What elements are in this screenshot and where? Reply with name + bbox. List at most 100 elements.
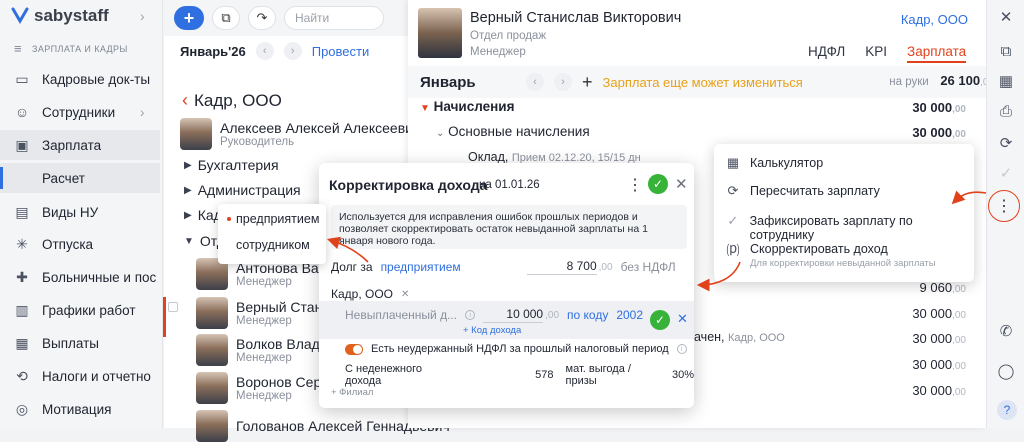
- sidebar-item-schedules[interactable]: ▥ Графики работ: [0, 295, 160, 325]
- sidebar-item-label: Выплаты: [42, 335, 99, 351]
- chat-icon[interactable]: ◯: [997, 362, 1015, 380]
- print-icon[interactable]: ⎙: [997, 102, 1015, 120]
- context-menu: ▦ Калькулятор ⟳ Пересчитать зарплату ✓ З…: [714, 144, 974, 282]
- confirm-button[interactable]: ✓: [648, 174, 668, 194]
- tab-salary[interactable]: Зарплата: [907, 44, 967, 63]
- help-icon[interactable]: ?: [997, 400, 1017, 420]
- sidebar-item-sick-leave[interactable]: ✚ Больничные и пос: [0, 262, 160, 292]
- value-decimals: ,00: [952, 104, 966, 115]
- accrual-row-text[interactable]: ачен, Кадр, ООО: [694, 330, 785, 344]
- main-accruals-row[interactable]: ⌄ Основные начисления: [436, 124, 590, 139]
- sidebar-item-employees[interactable]: ☺ Сотрудники ›: [0, 97, 160, 127]
- phone-icon[interactable]: ✆: [997, 322, 1015, 340]
- by-code-select[interactable]: по коду: [567, 308, 608, 322]
- menu-item-fix-salary[interactable]: ✓ Зафиксировать зарплату по сотруднику: [726, 213, 974, 242]
- oklad-row[interactable]: Оклад, Прием 02.12.20, 15/15 дн: [468, 150, 641, 164]
- more-icon[interactable]: ⋮: [627, 175, 643, 195]
- confirm-row-button[interactable]: ✓: [650, 310, 670, 330]
- back-icon[interactable]: ‹: [182, 90, 188, 111]
- employee-org-link[interactable]: Кадр, ООО: [901, 12, 968, 27]
- add-income-code-button[interactable]: + Код дохода: [463, 325, 521, 336]
- ndfl-toggle[interactable]: [345, 343, 363, 355]
- dialog-note: Используется для исправления ошибок прош…: [331, 205, 687, 249]
- sidebar-item-tax-types[interactable]: ▤ Виды НУ: [0, 197, 160, 227]
- copy-icon[interactable]: ⧉: [997, 42, 1015, 60]
- info-icon[interactable]: i: [676, 344, 687, 354]
- list-head-person[interactable]: Алексеев Алексей Алексеевич Руководитель: [180, 118, 420, 150]
- unpaid-amount-input[interactable]: [483, 307, 544, 323]
- chevron-right-icon[interactable]: ›: [140, 8, 145, 24]
- close-icon[interactable]: ✕: [675, 175, 688, 193]
- app-logo[interactable]: sabystaff: [10, 6, 109, 26]
- remove-icon[interactable]: ✕: [401, 289, 409, 300]
- collapse-icon[interactable]: ⌄: [436, 128, 444, 139]
- chart-icon: ▥: [15, 301, 29, 318]
- value-decimals: ,00: [952, 310, 966, 321]
- org-title[interactable]: ‹ Кадр, ООО: [182, 90, 282, 111]
- prev-period-icon[interactable]: ‹: [255, 42, 274, 60]
- dropdown-option[interactable]: предприятием: [236, 212, 319, 226]
- menu-item-calculator[interactable]: ▦ Калькулятор: [726, 155, 823, 170]
- debt-label: Долг за: [331, 260, 373, 274]
- close-icon[interactable]: ✕: [997, 8, 1015, 26]
- ndfl-toggle-row[interactable]: Есть неудержанный НДФЛ за прошлый налого…: [345, 343, 687, 355]
- menu-icon[interactable]: ≡: [14, 41, 22, 56]
- tab-kpi[interactable]: KPI: [865, 44, 887, 63]
- prev-month-icon[interactable]: ‹: [526, 73, 544, 91]
- sidebar-item-vacations[interactable]: ✳ Отпуска: [0, 229, 160, 259]
- sidebar-item-label: Отпуска: [42, 236, 94, 252]
- dept-item[interactable]: ▶ Бухгалтерия: [184, 157, 279, 173]
- row-value: 30 000,00: [912, 383, 966, 398]
- next-period-icon[interactable]: ›: [283, 42, 302, 60]
- value-text: 30 000: [912, 306, 953, 321]
- period-label[interactable]: Январь'26: [180, 44, 246, 59]
- collapse-icon[interactable]: ▼: [184, 236, 194, 247]
- value-decimals: ,00: [952, 387, 966, 398]
- row-checkbox[interactable]: [168, 302, 178, 312]
- search-input[interactable]: Найти: [284, 6, 384, 30]
- tab-ndfl[interactable]: НДФЛ: [808, 44, 845, 63]
- expand-icon[interactable]: ▶: [184, 185, 192, 196]
- copy-icon[interactable]: ⧉: [212, 6, 240, 30]
- add-button[interactable]: +: [174, 6, 204, 30]
- dialog-date[interactable]: на 01.01.26: [479, 179, 540, 191]
- share-icon[interactable]: ↷: [248, 6, 276, 30]
- debt-owner-select[interactable]: предприятием: [381, 260, 461, 274]
- sidebar-item-payments[interactable]: ▦ Выплаты: [0, 328, 160, 358]
- dept-item[interactable]: ▶ Администрация: [184, 182, 301, 198]
- info-icon[interactable]: i: [465, 310, 476, 320]
- post-button[interactable]: Провести: [312, 44, 370, 59]
- debt-amount-input[interactable]: [526, 259, 597, 275]
- check-icon[interactable]: ✓: [997, 164, 1015, 182]
- expand-icon[interactable]: ▶: [184, 160, 192, 171]
- sidebar-item-motivation[interactable]: ◎ Мотивация: [0, 394, 160, 424]
- income-code[interactable]: 2002: [616, 308, 643, 322]
- value-decimals: ,00: [952, 284, 966, 295]
- menu-item-correct-income[interactable]: ⒫ Скорректировать доход Для корректировк…: [726, 242, 935, 269]
- next-month-icon[interactable]: ›: [554, 73, 572, 91]
- calculator-icon: ▦: [726, 155, 740, 170]
- menu-item-label: Зафиксировать зарплату по сотруднику: [749, 214, 913, 242]
- medal-icon: ◎: [15, 400, 29, 417]
- accruals-row[interactable]: ▼ Начисления: [420, 99, 514, 114]
- sidebar-item-hr-docs[interactable]: ▭ Кадровые док-ты: [0, 64, 160, 94]
- nonmonetary-income-row: С неденежного дохода 578 мат. выгода / п…: [345, 363, 694, 387]
- expand-icon[interactable]: ▶: [184, 210, 192, 221]
- add-branch-button[interactable]: + Филиал: [331, 387, 373, 398]
- dialog-org: Кадр, ООО: [331, 287, 394, 301]
- calculator-icon[interactable]: ▦: [997, 72, 1015, 90]
- main-accruals-label: Основные начисления: [448, 124, 590, 139]
- more-options-icon[interactable]: ⋮: [988, 190, 1020, 222]
- sidebar-item-salary[interactable]: ▣ Зарплата: [0, 130, 160, 160]
- sidebar-item-taxes[interactable]: ⟲ Налоги и отчетно: [0, 361, 160, 391]
- collapse-icon[interactable]: ▼: [420, 103, 430, 114]
- benefit-type[interactable]: мат. выгода / призы: [566, 363, 664, 387]
- remove-row-icon[interactable]: ✕: [677, 311, 688, 327]
- sidebar-item-calculation[interactable]: Расчет: [0, 163, 160, 193]
- menu-item-recalculate[interactable]: ⟳ Пересчитать зарплату: [726, 183, 880, 198]
- add-icon[interactable]: +: [582, 72, 593, 93]
- refresh-icon[interactable]: ⟳: [997, 134, 1015, 152]
- avatar: [180, 118, 212, 150]
- dropdown-option[interactable]: сотрудником: [236, 238, 310, 252]
- employee-name[interactable]: Верный Станислав Викторович: [470, 10, 681, 26]
